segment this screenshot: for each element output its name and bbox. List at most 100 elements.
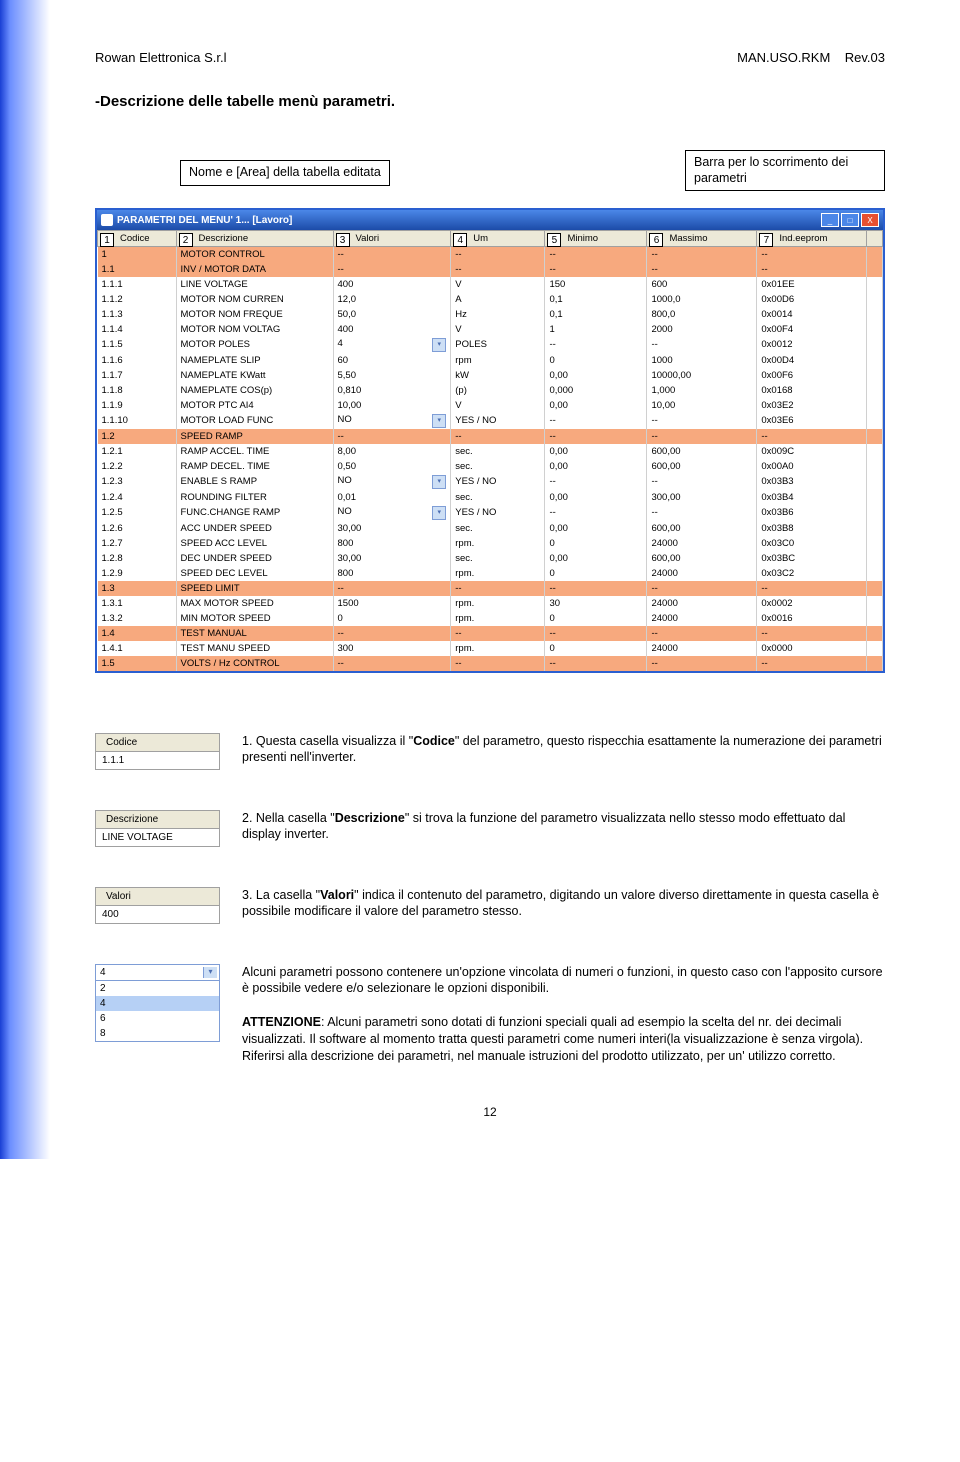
cell[interactable]: 10,00 [333,398,451,413]
table-row[interactable]: 1.1.10MOTOR LOAD FUNCNO▾YES / NO----0x03… [98,413,883,429]
scrollbar-track[interactable] [867,536,883,551]
scrollbar-track[interactable] [867,398,883,413]
scrollbar-track[interactable] [867,474,883,490]
scrollbar-track[interactable] [867,505,883,521]
maximize-button[interactable]: □ [841,213,859,227]
scrollbar-track[interactable] [867,277,883,292]
scrollbar-track[interactable] [867,368,883,383]
mini-dropdown[interactable]: 4 ▾ 2468 [95,964,220,1042]
scrollbar-track[interactable] [867,656,883,671]
table-row[interactable]: 1.4TEST MANUAL---------- [98,626,883,641]
scrollbar-track[interactable] [867,521,883,536]
table-row[interactable]: 1.2.5FUNC.CHANGE RAMPNO▾YES / NO----0x03… [98,505,883,521]
table-row[interactable]: 1.1INV / MOTOR DATA---------- [98,262,883,277]
cell[interactable]: NO▾ [333,505,451,521]
table-row[interactable]: 1.2.2RAMP DECEL. TIME0,50sec.0,00600,000… [98,459,883,474]
dropdown-option[interactable]: 6 [96,1011,219,1026]
table-row[interactable]: 1.2.1RAMP ACCEL. TIME8,00sec.0,00600,000… [98,444,883,459]
cell[interactable]: 0 [333,611,451,626]
dropdown-option[interactable]: 8 [96,1026,219,1041]
table-row[interactable]: 1.1.3MOTOR NOM FREQUE50,0Hz0,1800,00x001… [98,307,883,322]
cell[interactable]: -- [333,626,451,641]
table-row[interactable]: 1.2.6ACC UNDER SPEED30,00sec.0,00600,000… [98,521,883,536]
table-row[interactable]: 1.1.4MOTOR NOM VOLTAG400V120000x00F4 [98,322,883,337]
cell[interactable]: 1500 [333,596,451,611]
scrollbar-track[interactable] [867,641,883,656]
scrollbar-track[interactable] [867,490,883,505]
scrollbar-track[interactable] [867,581,883,596]
cell[interactable]: 12,0 [333,292,451,307]
cell[interactable]: 8,00 [333,444,451,459]
table-row[interactable]: 1MOTOR CONTROL---------- [98,247,883,262]
cell[interactable]: NO▾ [333,474,451,490]
cell[interactable]: -- [333,247,451,262]
table-row[interactable]: 1.4.1TEST MANU SPEED300rpm.0240000x0000 [98,641,883,656]
cell[interactable]: 0,01 [333,490,451,505]
cell[interactable]: 0,810 [333,383,451,398]
scrollbar-track[interactable] [867,353,883,368]
table-row[interactable]: 1.2.8DEC UNDER SPEED30,00sec.0,00600,000… [98,551,883,566]
table-row[interactable]: 1.1.7NAMEPLATE KWatt5,50kW0,0010000,000x… [98,368,883,383]
col-valori[interactable]: 3Valori [333,231,451,247]
col-codice[interactable]: 1Codice [98,231,177,247]
scrollbar-track[interactable] [867,611,883,626]
chevron-down-icon[interactable]: ▾ [432,506,446,520]
scrollbar-track[interactable] [867,444,883,459]
table-row[interactable]: 1.2.9SPEED DEC LEVEL800rpm.0240000x03C2 [98,566,883,581]
table-row[interactable]: 1.2.4ROUNDING FILTER0,01sec.0,00300,000x… [98,490,883,505]
table-row[interactable]: 1.3.1MAX MOTOR SPEED1500rpm.30240000x000… [98,596,883,611]
cell[interactable]: 30,00 [333,551,451,566]
cell[interactable]: 300 [333,641,451,656]
scrollbar-track[interactable] [867,596,883,611]
scrollbar-track[interactable] [867,413,883,429]
scrollbar-track[interactable] [867,626,883,641]
chevron-down-icon[interactable]: ▾ [432,414,446,428]
cell[interactable]: 60 [333,353,451,368]
cell[interactable]: -- [333,262,451,277]
col-minimo[interactable]: 5Minimo [545,231,647,247]
cell[interactable]: NO▾ [333,413,451,429]
cell[interactable]: 0,50 [333,459,451,474]
table-row[interactable]: 1.2SPEED RAMP---------- [98,429,883,444]
close-button[interactable]: X [861,213,879,227]
cell[interactable]: -- [333,429,451,444]
scrollbar-track[interactable] [867,292,883,307]
scrollbar-track[interactable] [867,247,883,262]
dropdown-option[interactable]: 4 [96,996,219,1011]
cell[interactable]: 50,0 [333,307,451,322]
table-row[interactable]: 1.1.8NAMEPLATE COS(p)0,810(p)0,0001,0000… [98,383,883,398]
table-row[interactable]: 1.1.6NAMEPLATE SLIP60rpm010000x00D4 [98,353,883,368]
table-row[interactable]: 1.1.5MOTOR POLES4▾POLES----0x0012 [98,337,883,353]
cell[interactable]: 5,50 [333,368,451,383]
minimize-button[interactable]: _ [821,213,839,227]
col-descrizione[interactable]: 2Descrizione [176,231,333,247]
table-row[interactable]: 1.1.9MOTOR PTC AI410,00V0,0010,000x03E2 [98,398,883,413]
scrollbar-track[interactable] [867,459,883,474]
table-row[interactable]: 1.2.3ENABLE S RAMPNO▾YES / NO----0x03B3 [98,474,883,490]
cell[interactable]: 30,00 [333,521,451,536]
scrollbar-track[interactable] [867,337,883,353]
scrollbar-track[interactable] [867,429,883,444]
scrollbar-track[interactable] [867,383,883,398]
cell[interactable]: 800 [333,566,451,581]
chevron-down-icon[interactable]: ▾ [432,475,446,489]
cell[interactable]: -- [333,656,451,671]
scrollbar-track[interactable] [867,322,883,337]
table-row[interactable]: 1.5VOLTS / Hz CONTROL---------- [98,656,883,671]
col-eeprom[interactable]: 7Ind.eeprom [757,231,867,247]
table-row[interactable]: 1.1.1LINE VOLTAGE400V1506000x01EE [98,277,883,292]
dropdown-option[interactable]: 2 [96,981,219,996]
cell[interactable]: 400 [333,322,451,337]
chevron-down-icon[interactable]: ▾ [432,338,446,352]
scrollbar-track[interactable] [867,307,883,322]
scrollbar-track[interactable] [867,262,883,277]
table-row[interactable]: 1.3.2MIN MOTOR SPEED0rpm.0240000x0016 [98,611,883,626]
cell[interactable]: 4▾ [333,337,451,353]
chevron-down-icon[interactable]: ▾ [203,967,217,978]
col-um[interactable]: 4Um [451,231,545,247]
table-row[interactable]: 1.2.7SPEED ACC LEVEL800rpm.0240000x03C0 [98,536,883,551]
table-row[interactable]: 1.3SPEED LIMIT---------- [98,581,883,596]
col-massimo[interactable]: 6Massimo [647,231,757,247]
scrollbar-track[interactable] [867,551,883,566]
table-row[interactable]: 1.1.2MOTOR NOM CURREN12,0A0,11000,00x00D… [98,292,883,307]
